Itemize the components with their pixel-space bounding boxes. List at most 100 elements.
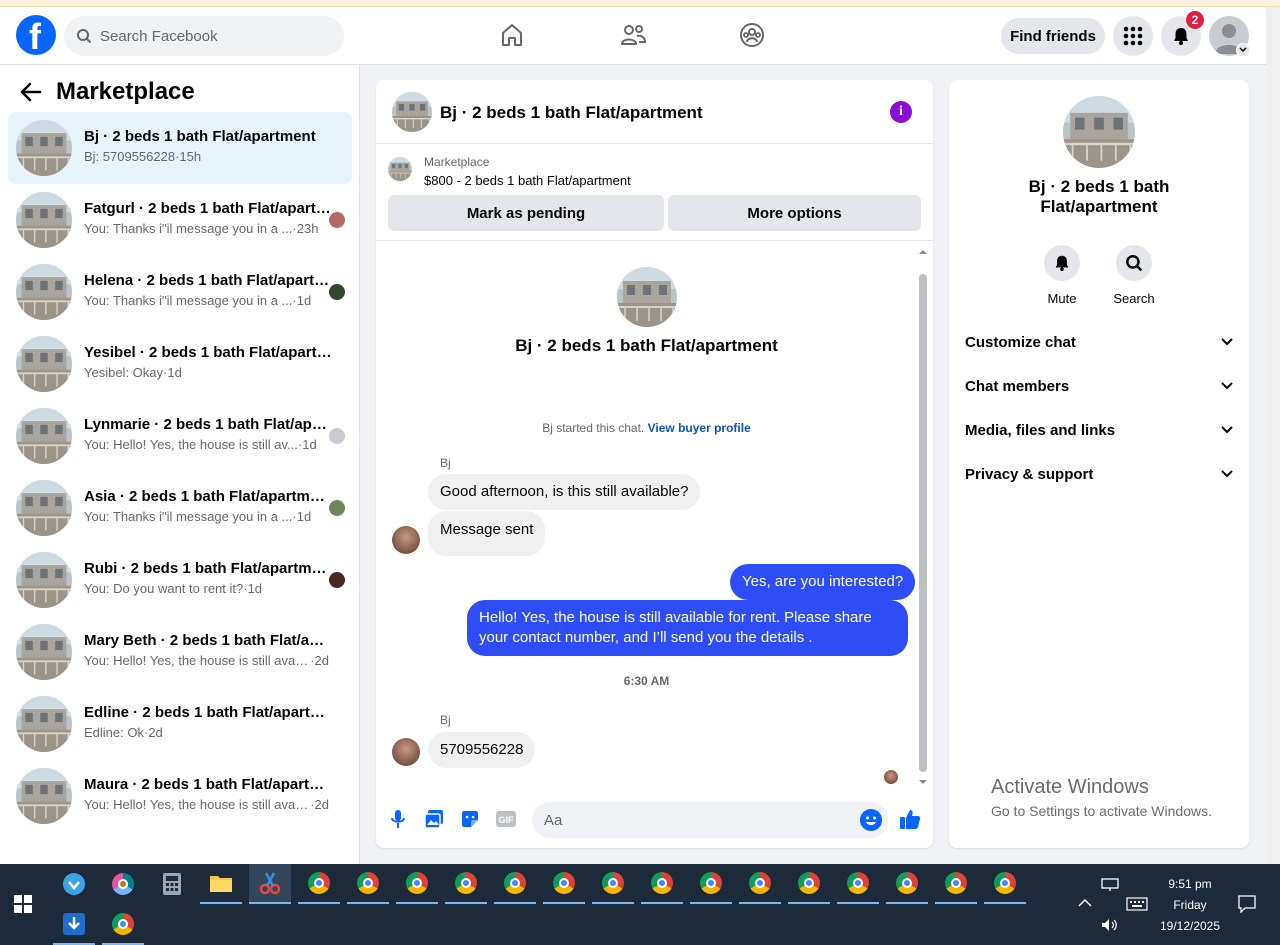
emoji-icon[interactable] bbox=[860, 809, 882, 831]
taskbar-app[interactable] bbox=[445, 864, 487, 904]
home-icon[interactable] bbox=[498, 21, 526, 49]
sender-name: Bj bbox=[440, 456, 451, 470]
conversation-preview: You: Hello! Yes, the house is still avai… bbox=[84, 797, 329, 812]
conversation-item[interactable]: Yesibel · 2 beds 1 bath Flat/apartment Y… bbox=[8, 328, 352, 400]
incoming-message[interactable]: 5709556228 bbox=[428, 732, 536, 768]
view-buyer-profile-link[interactable]: View buyer profile bbox=[648, 421, 751, 435]
conversation-title: Mary Beth · 2 beds 1 bath Flat/apartment bbox=[84, 632, 332, 649]
media-files-links-section[interactable]: Media, files and links bbox=[957, 410, 1241, 450]
thread-scrollbar[interactable] bbox=[917, 248, 929, 786]
conversation-item[interactable]: Edline · 2 beds 1 bath Flat/apartment Ed… bbox=[8, 688, 352, 760]
conversation-item[interactable]: Asia · 2 beds 1 bath Flat/apartment You:… bbox=[8, 472, 352, 544]
taskbar-app[interactable] bbox=[543, 864, 585, 904]
chat-listing-thumbnail[interactable] bbox=[392, 92, 432, 132]
taskbar-app[interactable] bbox=[396, 864, 438, 904]
search-bar[interactable] bbox=[64, 16, 344, 56]
page-scrollbar[interactable] bbox=[1266, 7, 1280, 864]
taskbar-app[interactable] bbox=[102, 905, 144, 945]
chrome-icon bbox=[357, 872, 379, 894]
listing-price[interactable]: $800 - 2 beds 1 bath Flat/apartment bbox=[424, 173, 631, 188]
sender-avatar[interactable] bbox=[392, 738, 420, 766]
taskbar-app[interactable] bbox=[935, 864, 977, 904]
taskbar-app[interactable] bbox=[494, 864, 536, 904]
customize-chat-section[interactable]: Customize chat bbox=[957, 322, 1241, 362]
gif-icon[interactable]: GIF bbox=[495, 808, 517, 830]
message-input-box[interactable] bbox=[532, 802, 888, 838]
taskbar-app[interactable] bbox=[200, 864, 242, 904]
taskbar-app[interactable] bbox=[984, 864, 1026, 904]
read-receipt-avatar bbox=[329, 428, 345, 444]
chrome-icon bbox=[504, 872, 526, 894]
chevron-down-icon[interactable] bbox=[1236, 43, 1250, 57]
sender-avatar[interactable] bbox=[392, 526, 420, 554]
read-receipt-avatar bbox=[329, 284, 345, 300]
taskbar-app[interactable] bbox=[690, 864, 732, 904]
search-action[interactable]: Search bbox=[1104, 245, 1164, 306]
chat-title[interactable]: Bj · 2 beds 1 bath Flat/apartment bbox=[440, 103, 703, 123]
page-title: Marketplace bbox=[56, 78, 195, 105]
listing-thumbnail bbox=[16, 192, 72, 248]
taskbar-app[interactable] bbox=[739, 864, 781, 904]
taskbar-app[interactable] bbox=[592, 864, 634, 904]
keyboard-icon[interactable] bbox=[1126, 897, 1148, 911]
search-input[interactable] bbox=[100, 16, 330, 56]
read-receipt-avatar bbox=[329, 212, 345, 228]
taskbar-app[interactable] bbox=[347, 864, 389, 904]
outgoing-message[interactable]: Yes, are you interested? bbox=[730, 564, 916, 600]
taskbar-app[interactable] bbox=[151, 864, 193, 904]
back-arrow-icon[interactable] bbox=[20, 82, 42, 102]
taskbar-app[interactable] bbox=[102, 864, 144, 904]
microphone-icon[interactable] bbox=[387, 808, 409, 830]
conversation-preview: You: Hello! Yes, the house is still avai… bbox=[84, 653, 329, 668]
conversation-item[interactable]: Lynmarie · 2 beds 1 bath Flat/apartment … bbox=[8, 400, 352, 472]
mark-as-pending-button[interactable]: Mark as pending bbox=[388, 195, 664, 231]
taskbar-app[interactable] bbox=[53, 864, 95, 904]
facebook-logo[interactable]: f bbox=[16, 15, 56, 57]
taskbar-app[interactable] bbox=[641, 864, 683, 904]
incoming-message[interactable]: Message sent bbox=[428, 511, 546, 556]
incoming-message[interactable]: Good afternoon, is this still available? bbox=[428, 474, 701, 510]
notification-badge: 2 bbox=[1185, 10, 1205, 30]
photo-icon[interactable] bbox=[423, 808, 445, 830]
info-icon[interactable]: i bbox=[890, 101, 912, 123]
mute-action[interactable]: Mute bbox=[1032, 245, 1092, 306]
scroll-up-icon[interactable] bbox=[917, 248, 929, 256]
message-composer: GIF bbox=[376, 792, 933, 848]
conversation-item[interactable]: Maura · 2 beds 1 bath Flat/apartment You… bbox=[8, 760, 352, 832]
notification-center-icon[interactable] bbox=[1238, 895, 1256, 913]
message-input[interactable] bbox=[544, 802, 844, 838]
menu-grid-button[interactable] bbox=[1113, 16, 1153, 56]
file-explorer-icon bbox=[210, 876, 232, 892]
conversation-item[interactable]: Bj · 2 beds 1 bath Flat/apartment Bj: 57… bbox=[8, 112, 352, 184]
chat-panel: Bj · 2 beds 1 bath Flat/apartment i Mark… bbox=[376, 80, 933, 848]
marketplace-sidebar: Marketplace Bj · 2 beds 1 bath Flat/apar… bbox=[0, 65, 360, 864]
groups-icon[interactable] bbox=[738, 21, 766, 49]
chevron-up-icon[interactable] bbox=[1078, 898, 1092, 907]
conversation-item[interactable]: Fatgurl · 2 beds 1 bath Flat/apartment Y… bbox=[8, 184, 352, 256]
taskbar-app[interactable] bbox=[788, 864, 830, 904]
conversation-item[interactable]: Helena · 2 beds 1 bath Flat/apartment Yo… bbox=[8, 256, 352, 328]
chat-members-section[interactable]: Chat members bbox=[957, 366, 1241, 406]
taskbar-app[interactable] bbox=[837, 864, 879, 904]
privacy-support-section[interactable]: Privacy & support bbox=[957, 454, 1241, 494]
network-icon[interactable] bbox=[1101, 878, 1119, 892]
find-friends-button[interactable]: Find friends bbox=[1001, 18, 1105, 54]
clock-time: 9:51 pm bbox=[1168, 877, 1212, 891]
taskbar-app[interactable] bbox=[249, 864, 291, 904]
marketplace-listing-strip: Marketplace $800 - 2 beds 1 bath Flat/ap… bbox=[376, 144, 933, 241]
sticker-icon[interactable] bbox=[459, 808, 481, 830]
friends-icon[interactable] bbox=[619, 21, 647, 49]
details-listing-thumbnail[interactable] bbox=[1063, 96, 1135, 168]
start-button[interactable] bbox=[2, 884, 44, 924]
thumbs-up-icon[interactable] bbox=[899, 808, 921, 830]
taskbar-app[interactable] bbox=[53, 905, 95, 945]
taskbar-app[interactable] bbox=[886, 864, 928, 904]
taskbar-app[interactable] bbox=[298, 864, 340, 904]
more-options-button[interactable]: More options bbox=[668, 195, 921, 231]
system-clock[interactable]: 9:51 pm Friday 19/12/2025 bbox=[1150, 874, 1230, 937]
conversation-item[interactable]: Rubi · 2 beds 1 bath Flat/apartment You:… bbox=[8, 544, 352, 616]
volume-icon[interactable] bbox=[1101, 918, 1119, 932]
outgoing-message[interactable]: Hello! Yes, the house is still available… bbox=[467, 600, 908, 656]
scroll-down-icon[interactable] bbox=[917, 778, 929, 786]
conversation-item[interactable]: Mary Beth · 2 beds 1 bath Flat/apartment… bbox=[8, 616, 352, 688]
